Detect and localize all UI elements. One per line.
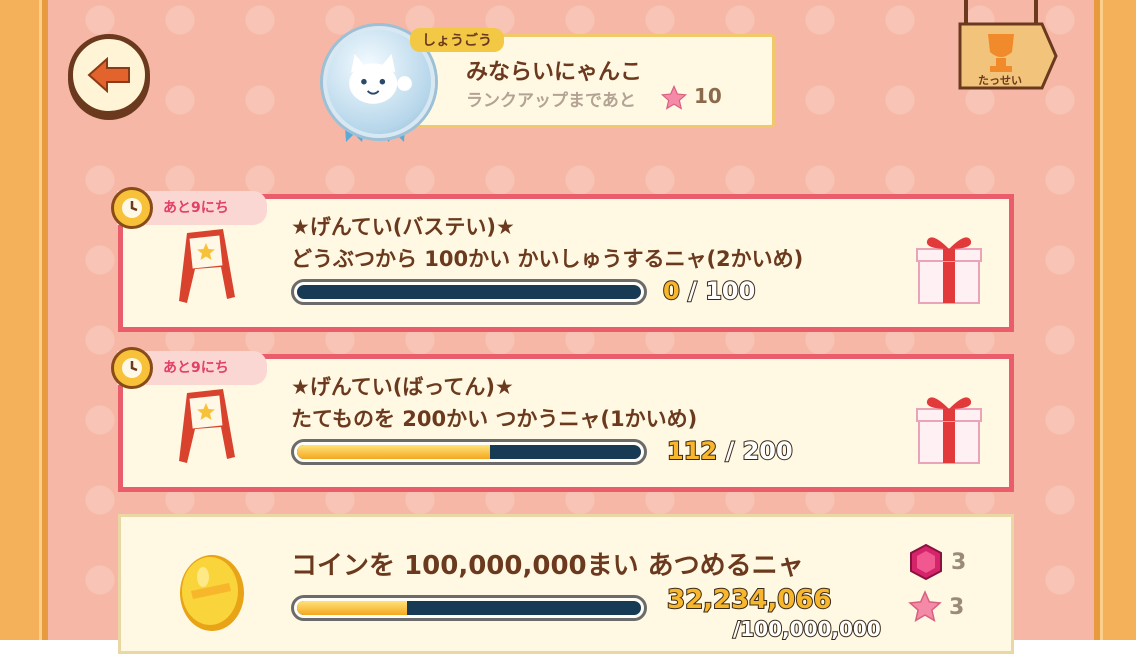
coin-mission-card[interactable]: コインを 100,000,000まい あつめるニャ 32,234,066 /10… xyxy=(118,514,1014,654)
coin-total: /100,000,000 xyxy=(732,616,882,642)
gift-box-icon[interactable] xyxy=(913,389,985,465)
coin-current: 32,234,066 xyxy=(666,584,832,616)
mission-title: ★げんてい(バステい)★ xyxy=(291,215,515,239)
back-button[interactable] xyxy=(68,34,150,116)
left-frame xyxy=(0,0,48,640)
progress-current: 112 xyxy=(666,436,718,466)
rank-up-count: 10 xyxy=(694,84,722,108)
coin-progress-bar xyxy=(291,595,647,621)
progress-fill xyxy=(297,445,490,459)
days-left-text: あと9にち xyxy=(163,360,229,376)
progress-text: 112 / 200 xyxy=(666,436,794,466)
coin-progress-fill xyxy=(297,601,408,615)
title-tag: しょうごう xyxy=(410,28,504,52)
mission-card-1[interactable]: あと9にち ★げんてい(バステい)★ どうぶつから 100かい かいしゅうするニ… xyxy=(111,187,1014,332)
progress-total: 200 xyxy=(742,436,794,466)
progress-bar xyxy=(291,279,647,305)
gift-box-icon[interactable] xyxy=(913,229,985,305)
back-arrow-icon xyxy=(87,57,130,93)
achievement-button[interactable]: たっせい xyxy=(958,0,1058,100)
progress-total: 100 xyxy=(704,276,756,306)
right-frame xyxy=(1094,0,1136,640)
reward-gem: 3 xyxy=(907,543,966,581)
mission-description: どうぶつから 100かい かいしゅうするニャ(2かいめ) xyxy=(291,247,804,271)
coin-icon xyxy=(180,555,244,631)
rank-up-label: ランクアップまであと xyxy=(466,91,636,111)
clock-icon xyxy=(111,347,153,389)
reward-star-count: 3 xyxy=(949,594,965,620)
pink-star-icon xyxy=(660,84,688,110)
progress-separator: / xyxy=(679,276,706,306)
coin-mission-title: コインを 100,000,000まい あつめるニャ xyxy=(291,551,804,581)
progress-bar xyxy=(291,439,647,465)
reward-star: 3 xyxy=(907,589,964,625)
progress-current: 0 xyxy=(662,276,681,306)
trophy-sign-icon: たっせい xyxy=(958,0,1058,90)
mission-card-2[interactable]: あと9にち ★げんてい(ばってん)★ たてものを 200かい つかうニャ(1かい… xyxy=(111,347,1014,492)
progress-separator: / xyxy=(717,436,743,466)
mission-description: たてものを 200かい つかうニャ(1かいめ) xyxy=(291,407,698,431)
reward-gem-count: 3 xyxy=(951,549,967,575)
mission-title: ★げんてい(ばってん)★ xyxy=(291,375,514,399)
title-name: みならいにゃんこ xyxy=(466,60,643,85)
pink-star-icon xyxy=(908,590,942,623)
easel-sign-icon xyxy=(179,389,235,463)
achievement-label: たっせい xyxy=(978,74,1022,87)
easel-sign-icon xyxy=(179,229,235,303)
gem-icon xyxy=(910,543,942,581)
clock-icon xyxy=(111,187,153,229)
progress-text: 0 / 100 xyxy=(662,276,756,306)
days-left-text: あと9にち xyxy=(163,200,229,216)
